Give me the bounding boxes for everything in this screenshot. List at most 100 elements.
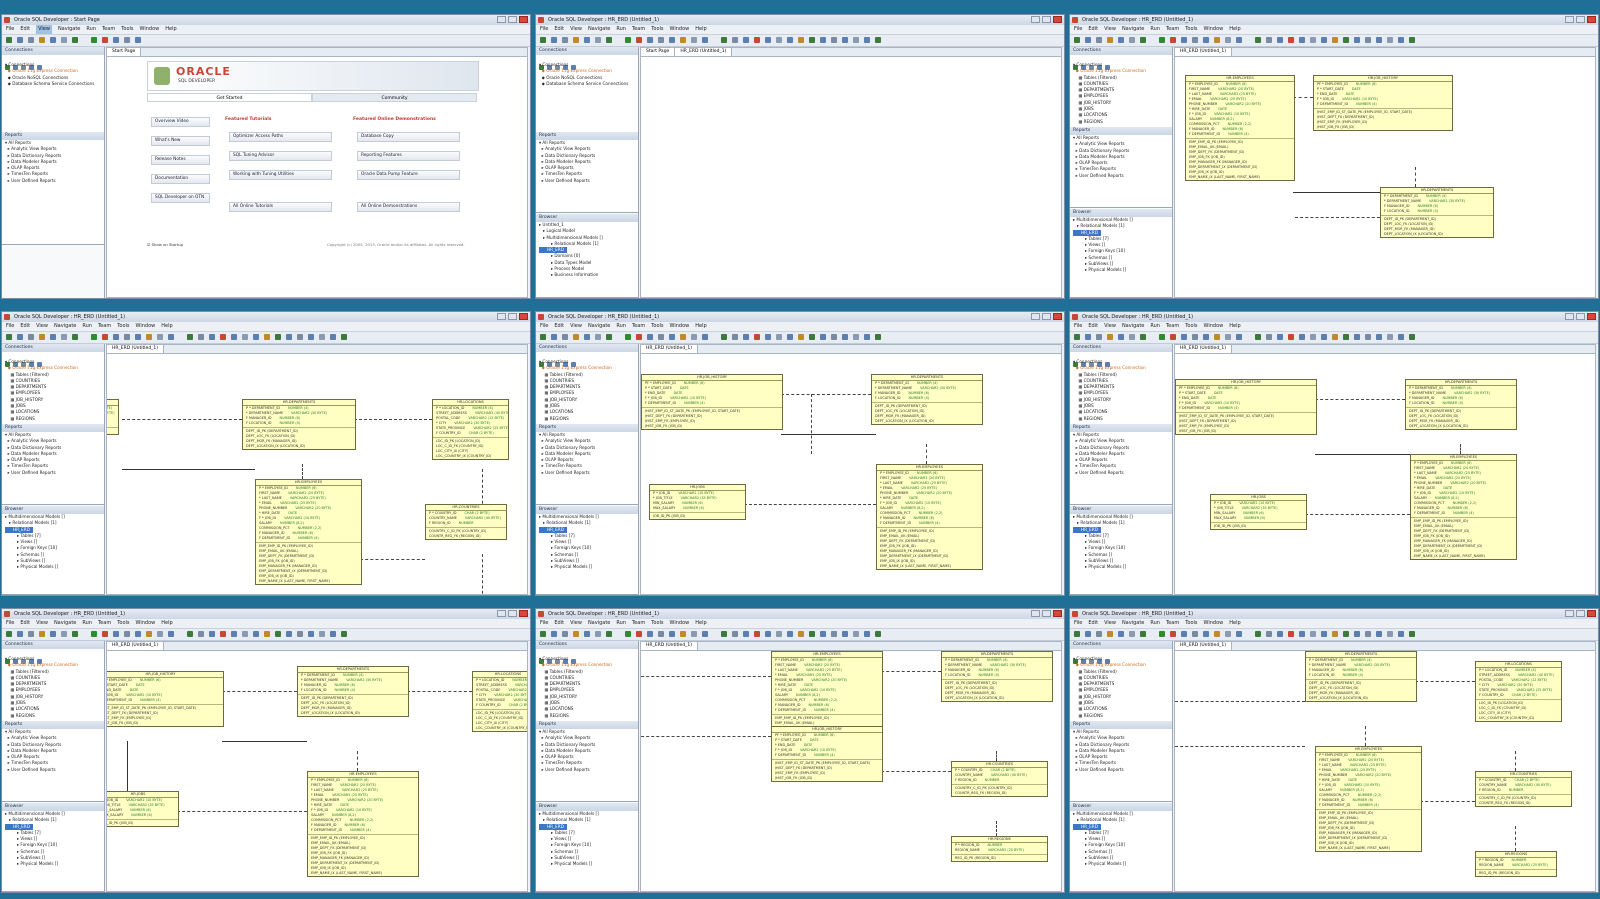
menu-file[interactable]: File	[540, 619, 548, 628]
menu-navigate[interactable]: Navigate	[1122, 619, 1144, 628]
toolbar-button[interactable]	[636, 631, 642, 637]
menu-help[interactable]: Help	[695, 322, 706, 331]
toolbar-button[interactable]	[1159, 37, 1165, 43]
minimize-button[interactable]	[1031, 16, 1040, 23]
tab-community[interactable]: Community	[312, 93, 477, 102]
toolbar-button[interactable]	[1321, 37, 1327, 43]
toolbar-button[interactable]	[831, 37, 837, 43]
menu-file[interactable]: File	[540, 25, 548, 34]
toolbar-button[interactable]	[820, 631, 826, 637]
toolbar-button[interactable]	[1096, 37, 1102, 43]
toolbar-button[interactable]	[842, 631, 848, 637]
toolbar-button[interactable]	[1409, 631, 1415, 637]
browser-tree-item[interactable]: ▸ Physical Models []	[1073, 861, 1172, 867]
table-locations[interactable]: HR.LOCATIONSP * LOCATION_IDNUMBER (4)STR…	[1475, 661, 1562, 722]
toolbar-button[interactable]	[798, 334, 804, 340]
toolbar-button[interactable]	[1074, 631, 1080, 637]
table-job-history[interactable]: HR.JOB_HISTORYPF * EMPLOYEE_IDNUMBER (6)…	[771, 726, 883, 782]
toolbar-button[interactable]	[124, 631, 130, 637]
start-link-button[interactable]: SQL Developer on OTN	[151, 193, 210, 203]
connections-tree-item[interactable]: ▦ REGIONS	[1073, 119, 1172, 125]
toolbar-button[interactable]	[1288, 631, 1294, 637]
close-button[interactable]	[1587, 16, 1596, 23]
start-link-button[interactable]: Overview Video	[151, 117, 210, 127]
toolbar-button[interactable]	[1310, 631, 1316, 637]
toolbar-button[interactable]	[168, 631, 174, 637]
toolbar-button[interactable]	[820, 334, 826, 340]
toolbar-button[interactable]	[1354, 37, 1360, 43]
toolbar-button[interactable]	[702, 37, 708, 43]
toolbar-button[interactable]	[1365, 37, 1371, 43]
toolbar-button[interactable]	[864, 37, 870, 43]
toolbar-button[interactable]	[787, 37, 793, 43]
toolbar-button[interactable]	[540, 631, 546, 637]
menu-file[interactable]: File	[6, 322, 14, 331]
toolbar-button[interactable]	[330, 334, 336, 340]
tutorial-link[interactable]: Working with Tuning Utilities	[229, 170, 332, 180]
menu-run[interactable]: Run	[616, 25, 626, 34]
toolbar-button[interactable]	[308, 334, 314, 340]
toolbar-button[interactable]	[135, 631, 141, 637]
menu-view[interactable]: View	[570, 25, 582, 34]
menu-view[interactable]: View	[570, 322, 582, 331]
toolbar-button[interactable]	[1321, 334, 1327, 340]
toolbar-button[interactable]	[864, 334, 870, 340]
toolbar-button[interactable]	[842, 334, 848, 340]
menu-team[interactable]: Team	[98, 619, 111, 628]
toolbar-button[interactable]	[1409, 37, 1415, 43]
table-employees[interactable]: HR.EMPLOYEES P * EMPLOYEE_ID NUMBER (6) FIR…	[876, 464, 983, 570]
minimize-button[interactable]	[1565, 16, 1574, 23]
menu-edit[interactable]: Edit	[1088, 322, 1098, 331]
toolbar-button[interactable]	[1225, 37, 1231, 43]
maximize-button[interactable]	[508, 610, 517, 617]
toolbar-button[interactable]	[669, 334, 675, 340]
tab-model[interactable]: HR_ERD (Untitled_1)	[1175, 48, 1233, 56]
toolbar-button[interactable]	[776, 334, 782, 340]
toolbar-button[interactable]	[754, 631, 760, 637]
table-countries[interactable]: HR.COUNTRIES P * COUNTRY_ID CHAR (2 BYTE) C…	[1475, 771, 1572, 807]
tutorial-link[interactable]: All Online Tutorials	[229, 202, 332, 212]
menu-help[interactable]: Help	[161, 322, 172, 331]
toolbar-button[interactable]	[297, 334, 303, 340]
toolbar-button[interactable]	[721, 631, 727, 637]
toolbar-button[interactable]	[231, 334, 237, 340]
table-job-history[interactable]: HR.JOB_HISTORYPF * EMPLOYEE_IDNUMBER (6)…	[107, 671, 224, 727]
toolbar-button[interactable]	[275, 631, 281, 637]
toolbar-button[interactable]	[1159, 334, 1165, 340]
toolbar-button[interactable]	[647, 37, 653, 43]
reports-tree-item[interactable]: ▸ User Defined Reports	[5, 178, 104, 184]
menu-edit[interactable]: Edit	[1088, 25, 1098, 34]
toolbar-button[interactable]	[28, 334, 34, 340]
table-jobs[interactable]: HR.JOBSP * JOB_IDVARCHAR2 (10 BYTE)* JOB…	[107, 791, 179, 827]
toolbar-button[interactable]	[798, 631, 804, 637]
menu-tools[interactable]: Tools	[651, 322, 663, 331]
toolbar-button[interactable]	[1354, 631, 1360, 637]
toolbar-button[interactable]	[625, 631, 631, 637]
toolbar-button[interactable]	[319, 334, 325, 340]
toolbar-button[interactable]	[584, 631, 590, 637]
toolbar-button[interactable]	[1107, 334, 1113, 340]
toolbar-button[interactable]	[584, 37, 590, 43]
menu-edit[interactable]: Edit	[554, 322, 564, 331]
menu-view[interactable]: View	[1104, 619, 1116, 628]
toolbar-button[interactable]	[91, 37, 97, 43]
toolbar-button[interactable]	[853, 631, 859, 637]
toolbar-button[interactable]	[17, 37, 23, 43]
tab-model[interactable]: HR_ERD (Untitled_1)	[641, 642, 699, 650]
toolbar-button[interactable]	[1118, 334, 1124, 340]
toolbar-button[interactable]	[831, 334, 837, 340]
show-on-startup-checkbox[interactable]: ☑ Show on Startup	[147, 242, 183, 247]
menu-help[interactable]: Help	[695, 25, 706, 34]
menu-tools[interactable]: Tools	[117, 619, 129, 628]
toolbar-button[interactable]	[1140, 334, 1146, 340]
toolbar-button[interactable]	[1266, 631, 1272, 637]
toolbar-button[interactable]	[1387, 37, 1393, 43]
toolbar-button[interactable]	[91, 334, 97, 340]
tutorial-link[interactable]: SQL Tuning Advisor	[229, 151, 332, 161]
toolbar-button[interactable]	[1203, 334, 1209, 340]
table-employees[interactable]: HR.EMPLOYEES P * EMPLOYEE_ID NUMBER (6) FIR…	[1185, 75, 1295, 181]
toolbar-button[interactable]	[124, 334, 130, 340]
menu-run[interactable]: Run	[1150, 322, 1160, 331]
menu-run[interactable]: Run	[616, 619, 626, 628]
toolbar-button[interactable]	[198, 334, 204, 340]
